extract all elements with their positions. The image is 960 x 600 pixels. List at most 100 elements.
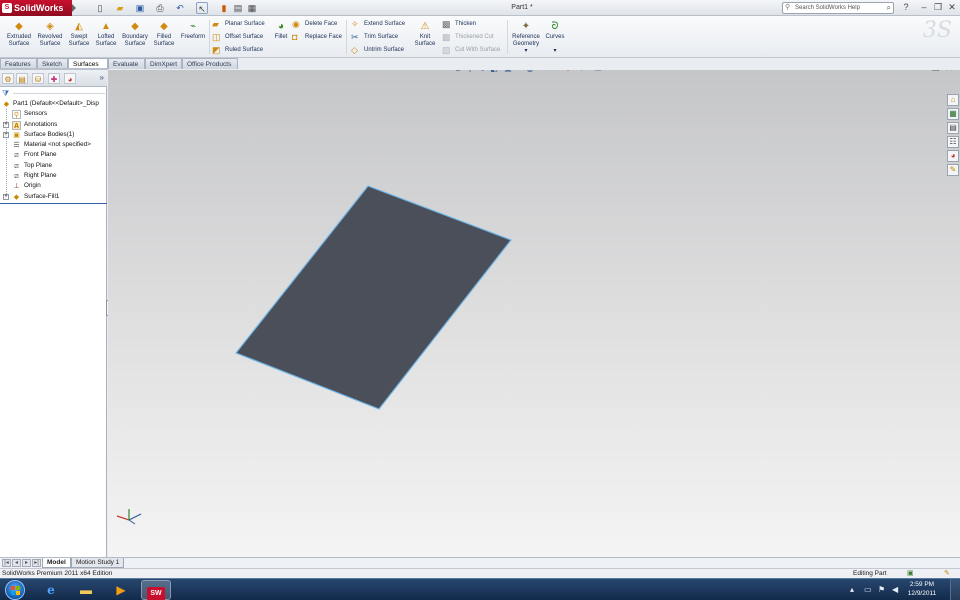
menu-expand-arrow-icon[interactable]	[72, 4, 76, 12]
network-tray-icon[interactable]: ▭	[864, 585, 872, 594]
print-icon[interactable]: ⎙	[154, 2, 166, 14]
planar-surface-button[interactable]: ▰ Planar Surface	[212, 18, 265, 30]
show-desktop-button[interactable]	[950, 579, 960, 600]
tree-item-top-plane[interactable]: ⧄ Top Plane	[0, 161, 107, 171]
extend-surface-button[interactable]: ✧ Extend Surface	[351, 18, 405, 30]
tab-evaluate[interactable]: Evaluate	[108, 58, 145, 69]
undo-icon[interactable]: ↶	[174, 2, 186, 14]
property-manager-tab-icon[interactable]: ▤	[16, 73, 28, 84]
graphics-area[interactable]: ⊕ ⚲ ⟲ ◧ ▣ ◍ ✎ ◕ ◐ ▭ ‒ ❐ ✕ ⌂ ▦ ▤ ☷ ◕ ✎	[108, 70, 960, 557]
material-icon: ☰	[13, 142, 20, 150]
replace-face-label: Replace Face	[305, 34, 343, 40]
select-icon[interactable]: ↖	[196, 2, 208, 14]
file-explorer-icon[interactable]: ▤	[947, 122, 959, 134]
plane-icon: ⧄	[14, 162, 19, 170]
thickened-cut-icon: ▩	[442, 32, 451, 42]
filled-surface-button[interactable]: ◆ Filled Surface	[151, 18, 177, 58]
solidworks-taskbar-button[interactable]: SW	[141, 580, 171, 600]
thicken-button[interactable]: ▩ Thicken	[442, 18, 476, 30]
delete-face-icon: ◉	[292, 19, 300, 29]
fillet-button[interactable]: ◕ Fillet	[272, 18, 290, 58]
tree-item-part1[interactable]: ◆ Part1 (Default<<Default>_Disp	[0, 99, 107, 109]
surface-fill-body[interactable]	[235, 185, 512, 410]
options-icon[interactable]: ▦	[246, 2, 258, 14]
delete-face-button[interactable]: ◉ Delete Face	[292, 18, 337, 30]
trim-surface-button[interactable]: ✂ Trim Surface	[351, 31, 398, 43]
last-tab-arrow-icon[interactable]: ▸|	[32, 559, 41, 567]
new-document-icon[interactable]: ▯	[94, 2, 106, 14]
help-menu-button[interactable]: ?	[900, 1, 912, 14]
tree-item-label: Surface-Fill1	[24, 192, 60, 200]
tab-dimxpert[interactable]: DimXpert	[145, 58, 182, 69]
prev-tab-arrow-icon[interactable]: ◂	[12, 559, 21, 567]
tree-item-annotations[interactable]: + A Annotations	[0, 120, 107, 130]
file-properties-icon[interactable]: ▤	[232, 2, 244, 14]
curves-button[interactable]: ᘐ Curves ▾	[544, 18, 566, 58]
feature-manager-tab-icon[interactable]: ⚙	[2, 73, 14, 84]
thickened-cut-button[interactable]: ▩ Thickened Cut	[442, 31, 494, 43]
freeform-label: Freeform	[180, 34, 206, 40]
configuration-manager-tab-icon[interactable]: ⛁	[32, 73, 44, 84]
next-tab-arrow-icon[interactable]: ▸	[22, 559, 31, 567]
expand-toggle-icon[interactable]: +	[3, 193, 9, 200]
untrim-surface-button[interactable]: ◇ Untrim Surface	[351, 44, 404, 56]
cut-with-surface-button[interactable]: ▧ Cut With Surface	[442, 44, 500, 56]
custom-properties-icon[interactable]: ✎	[947, 164, 959, 176]
volume-icon[interactable]: ◀	[892, 585, 898, 594]
solidworks-resources-icon[interactable]: ⌂	[947, 94, 959, 106]
tree-item-right-plane[interactable]: ⧄ Right Plane	[0, 171, 107, 181]
tab-office-products[interactable]: Office Products	[182, 58, 238, 69]
open-document-icon[interactable]: ▰	[114, 2, 126, 14]
expand-toggle-icon[interactable]: +	[3, 121, 9, 128]
first-tab-arrow-icon[interactable]: |◂	[2, 559, 11, 567]
dimxpert-manager-tab-icon[interactable]: ✚	[48, 73, 60, 84]
offset-surface-button[interactable]: ◫ Offset Surface	[212, 31, 263, 43]
search-icon: ⚲	[785, 4, 791, 11]
tree-item-surface-fill1[interactable]: + ◆ Surface-Fill1	[0, 192, 107, 202]
display-manager-tab-icon[interactable]: ◕	[64, 73, 76, 84]
close-window-button[interactable]: ✕	[946, 1, 958, 14]
replace-face-button[interactable]: ◘ Replace Face	[292, 31, 342, 43]
freeform-button[interactable]: ⌁ Freeform	[178, 18, 208, 58]
tree-item-material[interactable]: ☰ Material <not specified>	[0, 140, 107, 150]
boundary-surface-button[interactable]: ◆ Boundary Surface	[120, 18, 150, 58]
show-hidden-icons-icon[interactable]: ▴	[850, 585, 854, 594]
swept-surface-button[interactable]: ◭ Swept Surface	[65, 18, 93, 58]
filter-icon[interactable]: ⧩	[2, 89, 11, 98]
tab-motion-study-1[interactable]: Motion Study 1	[71, 558, 125, 568]
revolved-surface-button[interactable]: ◈ Revolved Surface	[35, 18, 65, 58]
windows-explorer-icon[interactable]: ▬	[71, 580, 101, 600]
tab-model[interactable]: Model	[42, 558, 71, 568]
minimize-window-button[interactable]: ‒	[918, 1, 930, 14]
feature-tree: ◆ Part1 (Default<<Default>_Disp ⚲ Sensor…	[0, 99, 107, 202]
tree-item-front-plane[interactable]: ⧄ Front Plane	[0, 150, 107, 160]
save-icon[interactable]: ▣	[134, 2, 146, 14]
tree-item-label: Annotations	[24, 120, 58, 128]
restore-window-button[interactable]: ❐	[932, 1, 944, 14]
knit-surface-button[interactable]: ⚠ Knit Surface	[413, 18, 437, 58]
ruled-surface-button[interactable]: ◩ Ruled Surface	[212, 44, 263, 56]
search-go-icon[interactable]: ⌕	[887, 3, 891, 13]
help-search-input[interactable]: ⚲ Search SolidWorks Help ⌕	[782, 2, 894, 14]
action-center-icon[interactable]: ⚑	[878, 585, 885, 594]
more-tabs-chevron-icon[interactable]: »	[100, 73, 104, 82]
view-palette-icon[interactable]: ☷	[947, 136, 959, 148]
design-library-icon[interactable]: ▦	[947, 108, 959, 120]
extruded-surface-label-2: Surface	[8, 41, 30, 47]
reference-geometry-button[interactable]: ✦ Reference Geometry ▾	[510, 18, 542, 58]
rebuild-icon[interactable]: ▮	[218, 2, 230, 14]
appearances-icon[interactable]: ◕	[947, 150, 959, 162]
extruded-surface-button[interactable]: ◆ Extruded Surface	[4, 18, 34, 58]
solidworks-menu-button[interactable]: S SolidWorks	[0, 0, 72, 16]
rebuild-status-icon[interactable]: ▣	[907, 569, 914, 578]
tag-icon[interactable]: ✎	[944, 569, 950, 578]
start-button[interactable]	[5, 580, 25, 600]
taskbar-clock[interactable]: 2:59 PM 12/9/2011	[902, 580, 942, 598]
lofted-surface-button[interactable]: ▲ Lofted Surface	[93, 18, 119, 58]
media-player-icon[interactable]: ▶	[106, 580, 136, 600]
tree-item-sensors[interactable]: ⚲ Sensors	[0, 109, 107, 120]
tree-item-surface-bodies[interactable]: + ▣ Surface Bodies(1)	[0, 130, 107, 140]
tree-item-origin[interactable]: ⊥ Origin	[0, 181, 107, 191]
internet-explorer-icon[interactable]: e	[36, 580, 66, 600]
expand-toggle-icon[interactable]: +	[3, 131, 9, 138]
